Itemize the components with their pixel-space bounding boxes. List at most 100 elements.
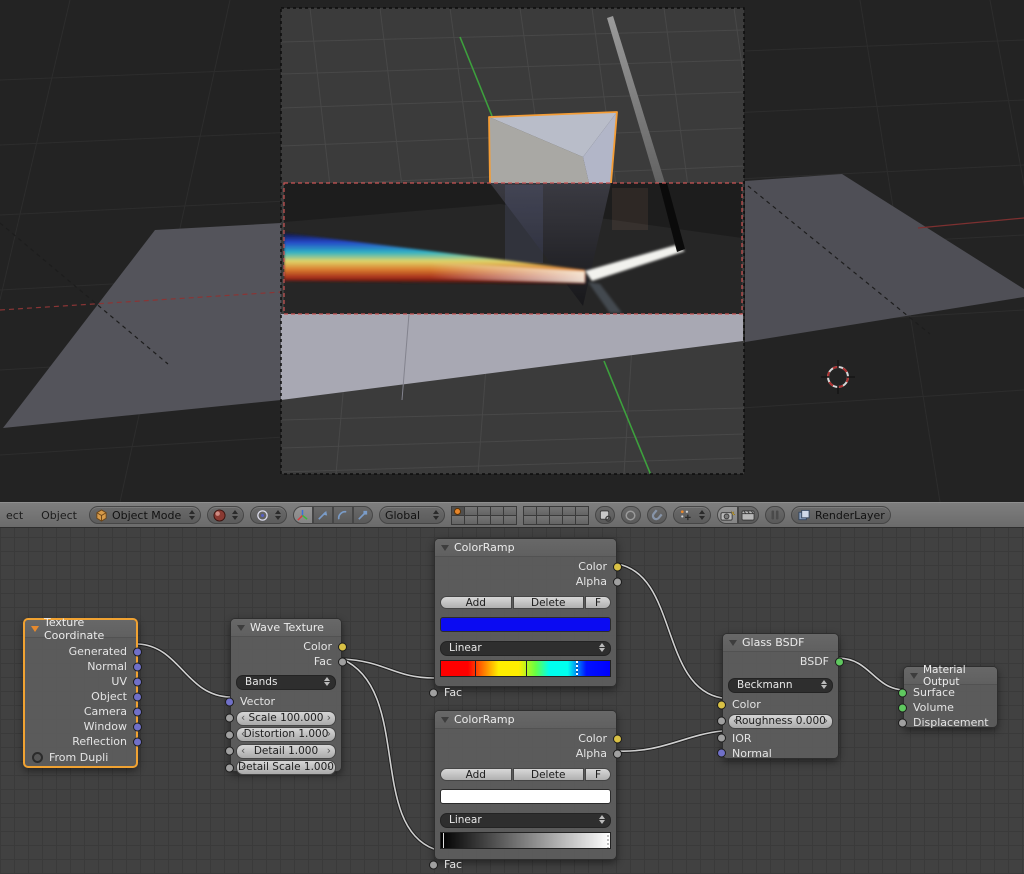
- layer-1[interactable]: [452, 507, 464, 515]
- input-detail: Detail 1.000: [231, 744, 341, 759]
- socket-scale[interactable]: [225, 714, 234, 723]
- pivot-point-dropdown[interactable]: [250, 506, 287, 524]
- add-button[interactable]: Add: [440, 768, 512, 781]
- proportional-edit-button[interactable]: [621, 506, 641, 524]
- node-header[interactable]: ColorRamp: [435, 539, 616, 557]
- roughness-slider[interactable]: Roughness 0.000: [728, 714, 833, 729]
- interpolation-dropdown[interactable]: Linear: [440, 641, 611, 656]
- render-animation-button[interactable]: [738, 506, 759, 524]
- socket-color-input[interactable]: [717, 700, 726, 709]
- color-ramp-gradient[interactable]: [440, 832, 611, 849]
- socket-alpha[interactable]: [613, 749, 622, 758]
- collapse-triangle-icon[interactable]: [729, 640, 737, 646]
- scale-slider[interactable]: Scale 100.000: [236, 711, 336, 726]
- node-editor[interactable]: Texture Coordinate Generated Normal UV O…: [0, 528, 1024, 874]
- output-alpha: Alpha: [435, 746, 616, 761]
- output-generated: Generated: [25, 644, 136, 659]
- layer-buttons-group-2[interactable]: [523, 506, 589, 525]
- collapse-triangle-icon[interactable]: [441, 717, 449, 723]
- socket-uv[interactable]: [133, 677, 142, 686]
- manipulator-translate-toggle[interactable]: [293, 506, 313, 524]
- socket-color[interactable]: [613, 734, 622, 743]
- socket-ior[interactable]: [717, 734, 726, 743]
- socket-alpha[interactable]: [613, 577, 622, 586]
- prism-object[interactable]: [489, 112, 617, 183]
- node-header[interactable]: ColorRamp: [435, 711, 616, 729]
- manipulator-arrow-toggle[interactable]: [313, 506, 333, 524]
- collapse-triangle-icon[interactable]: [237, 625, 245, 631]
- delete-button[interactable]: Delete: [513, 768, 585, 781]
- ramp-stop-marker[interactable]: [526, 661, 527, 676]
- add-button[interactable]: Add: [440, 596, 512, 609]
- layer-buttons-group-1[interactable]: [451, 506, 517, 525]
- socket-surface[interactable]: [898, 688, 907, 697]
- output-normal: Normal: [25, 659, 136, 674]
- socket-window[interactable]: [133, 722, 142, 731]
- socket-fac[interactable]: [429, 688, 438, 697]
- socket-fac[interactable]: [338, 657, 347, 666]
- socket-roughness[interactable]: [717, 717, 726, 726]
- socket-displacement[interactable]: [898, 718, 907, 727]
- manipulator-rotate-toggle[interactable]: [333, 506, 353, 524]
- menu-object[interactable]: Object: [35, 509, 83, 522]
- lock-interface-button[interactable]: [765, 506, 785, 524]
- menu-select-partial[interactable]: ect: [0, 509, 29, 522]
- ramp-stop-marker[interactable]: [475, 661, 476, 676]
- socket-generated[interactable]: [133, 647, 142, 656]
- node-material-output[interactable]: Material Output Surface Volume Displacem…: [903, 666, 998, 728]
- active-stop-color-swatch[interactable]: [440, 617, 611, 632]
- color-ramp-gradient[interactable]: [440, 660, 611, 677]
- distribution-dropdown[interactable]: Beckmann: [728, 678, 833, 693]
- socket-detail[interactable]: [225, 747, 234, 756]
- viewport-shading-dropdown[interactable]: [207, 506, 244, 524]
- ramp-stop-marker-selected[interactable]: [576, 661, 578, 676]
- ramp-stop-marker[interactable]: [443, 833, 444, 848]
- render-still-button[interactable]: [717, 506, 738, 524]
- socket-color[interactable]: [613, 562, 622, 571]
- collapse-triangle-icon[interactable]: [31, 626, 39, 632]
- delete-button[interactable]: Delete: [513, 596, 585, 609]
- node-texture-coordinate[interactable]: Texture Coordinate Generated Normal UV O…: [23, 618, 138, 768]
- socket-vector[interactable]: [225, 697, 234, 706]
- collapse-triangle-icon[interactable]: [910, 673, 918, 679]
- collapse-triangle-icon[interactable]: [441, 545, 449, 551]
- snap-element-dropdown[interactable]: [673, 506, 711, 524]
- socket-normal-input[interactable]: [717, 749, 726, 758]
- socket-volume[interactable]: [898, 703, 907, 712]
- orientation-dropdown[interactable]: Global: [379, 506, 445, 524]
- checkbox-circle-icon[interactable]: [32, 752, 43, 763]
- render-layer-dropdown[interactable]: RenderLayer: [791, 506, 891, 524]
- manipulator-scale-toggle[interactable]: [353, 506, 373, 524]
- node-header[interactable]: Material Output: [904, 667, 997, 685]
- fake-user-button[interactable]: F: [585, 768, 611, 781]
- socket-detail-scale[interactable]: [225, 763, 234, 772]
- interpolation-dropdown[interactable]: Linear: [440, 813, 611, 828]
- socket-distortion[interactable]: [225, 730, 234, 739]
- from-dupli-toggle[interactable]: From Dupli: [25, 749, 136, 766]
- ramp-stop-marker-selected[interactable]: [607, 833, 609, 848]
- socket-camera[interactable]: [133, 707, 142, 716]
- wave-type-dropdown[interactable]: Bands: [236, 675, 336, 690]
- distortion-slider[interactable]: Distortion 1.000: [236, 727, 336, 742]
- socket-bsdf[interactable]: [835, 657, 844, 666]
- detail-slider[interactable]: Detail 1.000: [236, 744, 336, 759]
- detail-scale-slider[interactable]: Detail Scale 1.000: [236, 760, 336, 775]
- 3d-viewport[interactable]: [0, 0, 1024, 502]
- node-header[interactable]: Glass BSDF: [723, 634, 838, 652]
- mode-dropdown[interactable]: Object Mode: [89, 506, 201, 524]
- socket-reflection[interactable]: [133, 737, 142, 746]
- node-colorramp-2[interactable]: ColorRamp Color Alpha Add Delete F Linea…: [434, 710, 617, 860]
- node-header[interactable]: Texture Coordinate: [25, 620, 136, 638]
- fake-user-button[interactable]: F: [585, 596, 611, 609]
- socket-normal[interactable]: [133, 662, 142, 671]
- node-wave-texture[interactable]: Wave Texture Color Fac Bands Vector Scal…: [230, 618, 342, 772]
- socket-color[interactable]: [338, 642, 347, 651]
- node-header[interactable]: Wave Texture: [231, 619, 341, 637]
- node-colorramp-1[interactable]: ColorRamp Color Alpha Add Delete F Linea…: [434, 538, 617, 687]
- scene-lock-button[interactable]: [595, 506, 615, 524]
- snap-toggle-button[interactable]: [647, 506, 667, 524]
- node-glass-bsdf[interactable]: Glass BSDF BSDF Beckmann Color Roughness…: [722, 633, 839, 759]
- active-stop-color-swatch[interactable]: [440, 789, 611, 804]
- socket-object[interactable]: [133, 692, 142, 701]
- socket-fac[interactable]: [429, 860, 438, 869]
